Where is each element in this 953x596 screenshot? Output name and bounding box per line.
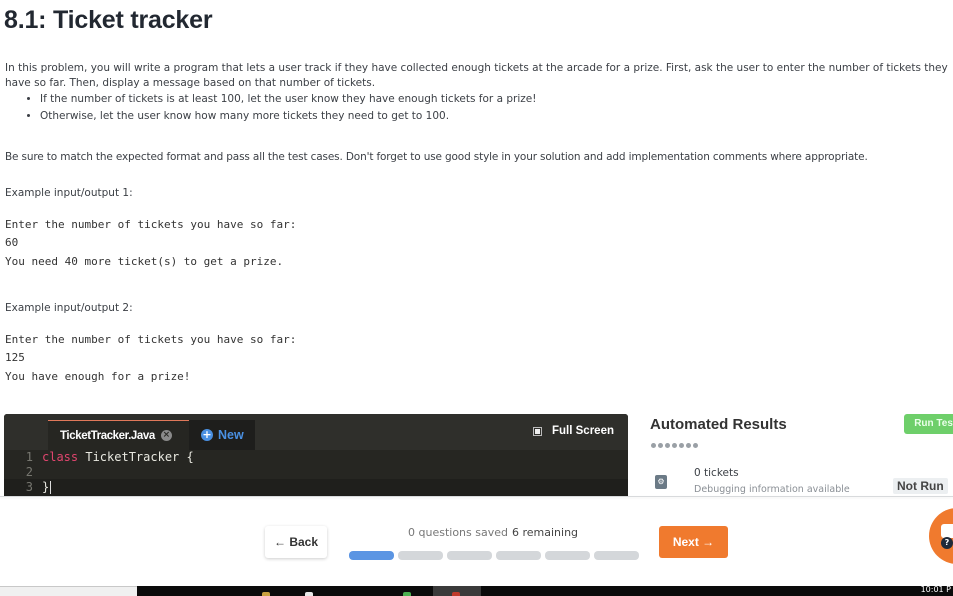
progress-segment[interactable] [594, 551, 639, 560]
dot [679, 443, 684, 448]
test-debug-info[interactable]: Debugging information available [694, 484, 850, 495]
progress-segment[interactable] [447, 551, 492, 560]
taskbar-app-icon[interactable] [305, 592, 313, 596]
progress-segment[interactable] [496, 551, 541, 560]
editor-tab-bar: TicketTracker.Java × + New Full Screen [4, 414, 628, 450]
dot [672, 443, 677, 448]
run-tests-button[interactable]: Run Tests [904, 414, 953, 434]
taskbar-app-icon[interactable] [262, 592, 270, 596]
progress-segment-active[interactable] [349, 551, 394, 560]
text-cursor [50, 481, 52, 494]
progress-bar [349, 551, 639, 560]
next-button[interactable]: Next → [659, 526, 728, 558]
page-title: 8.1: Ticket tracker [4, 6, 213, 34]
chat-bubble-icon [941, 524, 953, 538]
progress-segment[interactable] [398, 551, 443, 560]
chat-button[interactable] [929, 508, 953, 564]
code-line: 1 class TicketTracker { [4, 450, 628, 464]
taskbar-app-icon[interactable] [452, 592, 460, 596]
example-1-output: Enter the number of tickets you have so … [5, 216, 296, 271]
file-tab-label: TicketTracker.Java [60, 429, 155, 442]
close-tab-icon[interactable]: × [160, 430, 172, 441]
footer-divider [0, 496, 953, 497]
test-name[interactable]: 0 tickets [694, 467, 739, 479]
results-title: Automated Results [650, 416, 787, 433]
plus-circle-icon: + [201, 428, 213, 441]
progress-segment[interactable] [545, 551, 590, 560]
problem-description: In this problem, you will write a progra… [5, 61, 950, 125]
code-editor: TicketTracker.Java × + New Full Screen 1… [4, 414, 628, 496]
example-line: Enter the number of tickets you have so … [5, 218, 297, 231]
taskbar-app-icon[interactable] [403, 592, 411, 596]
full-screen-label: Full Screen [552, 425, 614, 437]
os-taskbar: 10:01 P [0, 585, 953, 596]
example-line: You have enough for a prize! [5, 369, 191, 383]
line-number: 3 [25, 480, 33, 494]
code-line: 2 [4, 465, 628, 479]
code-text: } [42, 480, 50, 494]
line-number: 2 [25, 465, 33, 479]
dot [686, 443, 691, 448]
test-status-badge: Not Run [893, 478, 948, 494]
help-icon[interactable]: ? [941, 537, 953, 549]
code-area[interactable]: 1 class TicketTracker { 2 3 } [4, 450, 628, 496]
example-2-output: Enter the number of tickets you have so … [5, 331, 296, 386]
requirements-list: If the number of tickets is at least 100… [40, 91, 950, 125]
dot [651, 443, 656, 448]
dot [658, 443, 663, 448]
full-screen-button[interactable]: Full Screen [533, 425, 614, 437]
gears-icon: ⚙ [655, 475, 667, 489]
example-line: You need 40 more ticket(s) to get a priz… [5, 254, 284, 268]
example-line: 125 [5, 351, 25, 365]
requirement-item: Otherwise, let the user know how many mo… [40, 108, 950, 125]
dot [665, 443, 670, 448]
code-text: TicketTracker { [78, 450, 194, 464]
new-file-button[interactable]: + New [189, 420, 255, 450]
requirement-item: If the number of tickets is at least 100… [40, 91, 950, 108]
dot [693, 443, 698, 448]
progress-text: 0 questions saved 6 remaining [408, 526, 578, 539]
example-line: Enter the number of tickets you have so … [5, 333, 297, 346]
taskbar-clock: 10:01 P [920, 585, 951, 594]
fullscreen-icon [533, 426, 542, 436]
remaining-count: 6 remaining [511, 526, 579, 539]
taskbar-search-area[interactable] [0, 586, 137, 596]
line-number: 1 [25, 450, 33, 464]
example-2-label: Example input/output 2: [5, 302, 133, 314]
example-line: 60 [5, 236, 19, 250]
code-keyword: class [42, 450, 79, 464]
style-note: Be sure to match the expected format and… [5, 151, 868, 163]
file-tab[interactable]: TicketTracker.Java × [48, 420, 189, 450]
new-file-label: New [218, 428, 244, 442]
results-dots [651, 443, 698, 448]
saved-count: 0 questions saved [408, 526, 508, 539]
back-button[interactable]: ← Back [265, 526, 327, 558]
intro-text: In this problem, you will write a progra… [5, 62, 948, 89]
example-1-label: Example input/output 1: [5, 187, 133, 199]
code-line: 3 } [4, 479, 628, 496]
